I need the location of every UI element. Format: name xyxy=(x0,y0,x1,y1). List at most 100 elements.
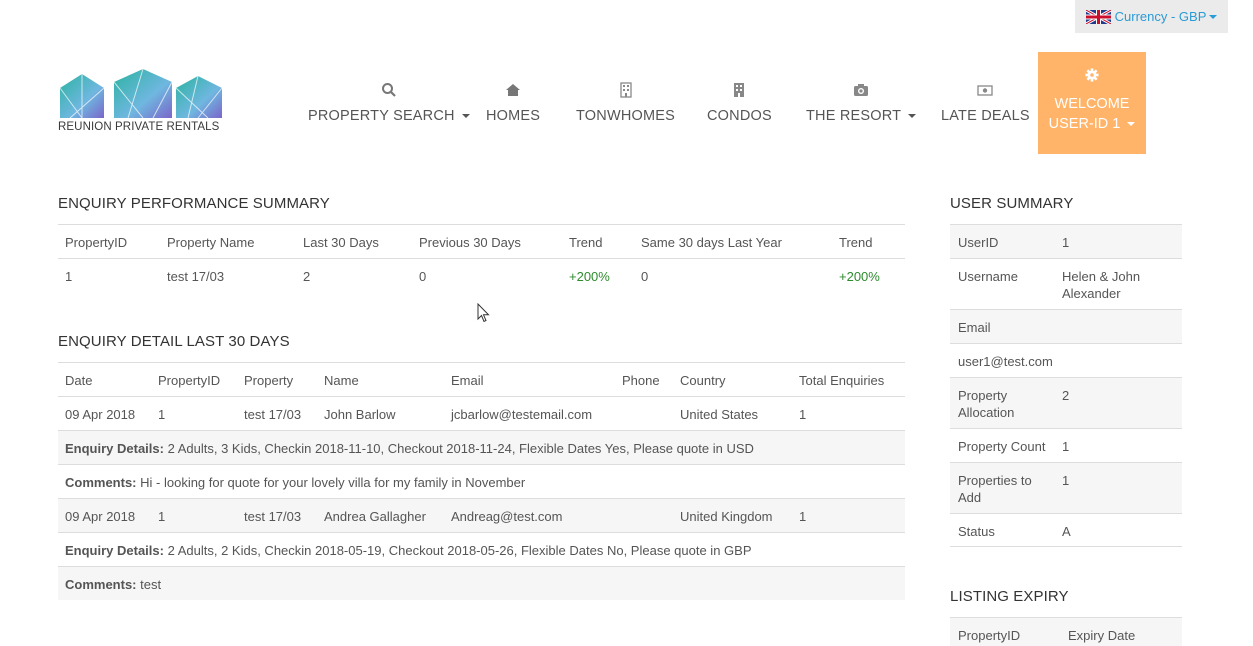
listing-expiry-table: PropertyID Expiry Date xyxy=(950,617,1182,646)
chevron-down-icon xyxy=(1127,122,1136,127)
nav-label: TONWHOMES xyxy=(576,108,676,124)
performance-title: ENQUIRY PERFORMANCE SUMMARY xyxy=(58,195,330,212)
field-label: Email xyxy=(958,320,991,335)
field-value: 1 xyxy=(1062,473,1070,488)
col-header: Date xyxy=(65,373,93,388)
user-id-label: USER-ID 1 xyxy=(1048,116,1121,132)
field-label: UserID xyxy=(958,235,999,250)
table-row: 1 test 17/03 2 0 +200% 0 +200% xyxy=(58,258,905,292)
table-row: user1@test.com xyxy=(950,343,1182,377)
col-header: Phone xyxy=(622,373,660,388)
col-header: PropertyID xyxy=(65,235,128,250)
logo[interactable]: REUNION PRIVATE RENTALS xyxy=(58,68,228,136)
table-cell: test 17/03 xyxy=(244,509,302,524)
table-row: Username Helen & John Alexander xyxy=(950,258,1182,309)
money-icon xyxy=(977,85,994,96)
details-text: 2 Adults, 2 Kids, Checkin 2018-05-19, Ch… xyxy=(167,543,752,558)
table-header-row: Date PropertyID Property Name Email Phon… xyxy=(58,362,905,396)
comments-row: Comments: test xyxy=(58,566,905,600)
nav-late-deals[interactable]: LATE DEALS xyxy=(941,82,1030,124)
comments-text: Hi - looking for quote for your lovely v… xyxy=(140,475,526,490)
table-cell: 0 xyxy=(641,269,649,284)
col-header: Property xyxy=(244,373,294,388)
table-row: Property Count 1 xyxy=(950,428,1182,462)
nav-label: PROPERTY SEARCH xyxy=(308,108,455,124)
table-cell: United States xyxy=(680,407,759,422)
table-header-row: PropertyID Property Name Last 30 Days Pr… xyxy=(58,224,905,258)
user-summary-table: UserID 1 Username Helen & John Alexander… xyxy=(950,224,1182,548)
col-header: Property Name xyxy=(167,235,255,250)
enquiry-details-row: Enquiry Details: 2 Adults, 2 Kids, Check… xyxy=(58,532,905,566)
welcome-label: WELCOME xyxy=(1054,96,1130,112)
comments-label: Comments: xyxy=(65,577,137,592)
field-label: Add xyxy=(958,490,982,505)
col-header: Country xyxy=(680,373,726,388)
email-link[interactable]: Andreag@test.com xyxy=(451,509,562,524)
enquiry-details-row: Enquiry Details: 2 Adults, 3 Kids, Check… xyxy=(58,430,905,464)
table-cell: 1 xyxy=(65,269,73,284)
search-icon xyxy=(381,83,396,97)
comments-label: Comments: xyxy=(65,475,137,490)
gear-icon xyxy=(1085,68,1099,82)
nav-condos[interactable]: CONDOS xyxy=(707,82,772,124)
details-label: Enquiry Details: xyxy=(65,543,164,558)
nav-label: CONDOS xyxy=(707,108,772,124)
email-link[interactable]: jcbarlow@testemail.com xyxy=(451,407,592,422)
camera-icon xyxy=(854,84,869,96)
col-header: Previous 30 Days xyxy=(419,235,521,250)
table-row: Properties to Add 1 xyxy=(950,462,1182,513)
table-cell: test 17/03 xyxy=(167,269,225,284)
chevron-down-icon xyxy=(461,114,470,119)
field-value: 1 xyxy=(1062,235,1070,250)
chevron-down-icon xyxy=(1209,14,1218,19)
table-cell: 1 xyxy=(799,509,807,524)
col-header: Trend xyxy=(569,235,603,250)
currency-label: Currency - GBP xyxy=(1114,9,1207,24)
logo-text: REUNION PRIVATE RENTALS xyxy=(58,121,220,133)
table-cell: test 17/03 xyxy=(244,407,302,422)
mouse-cursor-icon xyxy=(477,303,490,323)
currency-selector[interactable]: Currency - GBP xyxy=(1075,0,1228,33)
table-row: Status A xyxy=(950,513,1182,547)
table-row: Email xyxy=(950,309,1182,343)
uk-flag-icon xyxy=(1085,9,1111,24)
col-header: Email xyxy=(451,373,484,388)
home-icon xyxy=(506,84,521,96)
enquiry-date: 09 Apr 2018 xyxy=(65,407,136,422)
col-header: Same 30 days Last Year xyxy=(641,235,782,250)
nav-homes[interactable]: HOMES xyxy=(486,82,540,124)
field-value: A xyxy=(1062,524,1071,539)
table-row: UserID 1 xyxy=(950,224,1182,258)
col-header: Last 30 Days xyxy=(303,235,379,250)
table-cell: 2 xyxy=(303,269,311,284)
building-icon xyxy=(619,82,632,98)
field-value: user1@test.com xyxy=(958,354,1053,369)
field-value: 1 xyxy=(1062,439,1070,454)
chevron-down-icon xyxy=(908,114,917,119)
listing-expiry-title: LISTING EXPIRY xyxy=(950,588,1069,605)
user-menu-button[interactable]: WELCOME USER-ID 1 xyxy=(1038,52,1146,154)
col-header: Trend xyxy=(839,235,873,250)
table-header-row: PropertyID Expiry Date xyxy=(950,617,1182,646)
nav-label: THE RESORT xyxy=(806,108,901,124)
nav-townhomes[interactable]: TONWHOMES xyxy=(576,82,675,124)
col-header: Total Enquiries xyxy=(799,373,885,388)
table-cell: John Barlow xyxy=(324,407,396,422)
details-text: 2 Adults, 3 Kids, Checkin 2018-11-10, Ch… xyxy=(167,441,754,456)
col-header: Expiry Date xyxy=(1068,628,1136,643)
col-header: Name xyxy=(324,373,359,388)
enquiry-date: 09 Apr 2018 xyxy=(65,509,136,524)
building-icon xyxy=(734,83,745,97)
nav-the-resort[interactable]: THE RESORT xyxy=(806,82,917,124)
table-row: 09 Apr 2018 1 test 17/03 John Barlow jcb… xyxy=(58,396,905,430)
field-label: Username xyxy=(958,269,1018,284)
col-header: PropertyID xyxy=(958,628,1021,643)
comments-text: test xyxy=(140,577,162,592)
detail-title: ENQUIRY DETAIL LAST 30 DAYS xyxy=(58,333,290,350)
detail-table: Date PropertyID Property Name Email Phon… xyxy=(58,362,905,600)
field-label: Status xyxy=(958,524,995,539)
table-cell: 0 xyxy=(419,269,427,284)
nav-label: LATE DEALS xyxy=(941,108,1030,124)
field-label: Property Count xyxy=(958,439,1046,454)
nav-property-search[interactable]: PROPERTY SEARCH xyxy=(308,82,470,124)
